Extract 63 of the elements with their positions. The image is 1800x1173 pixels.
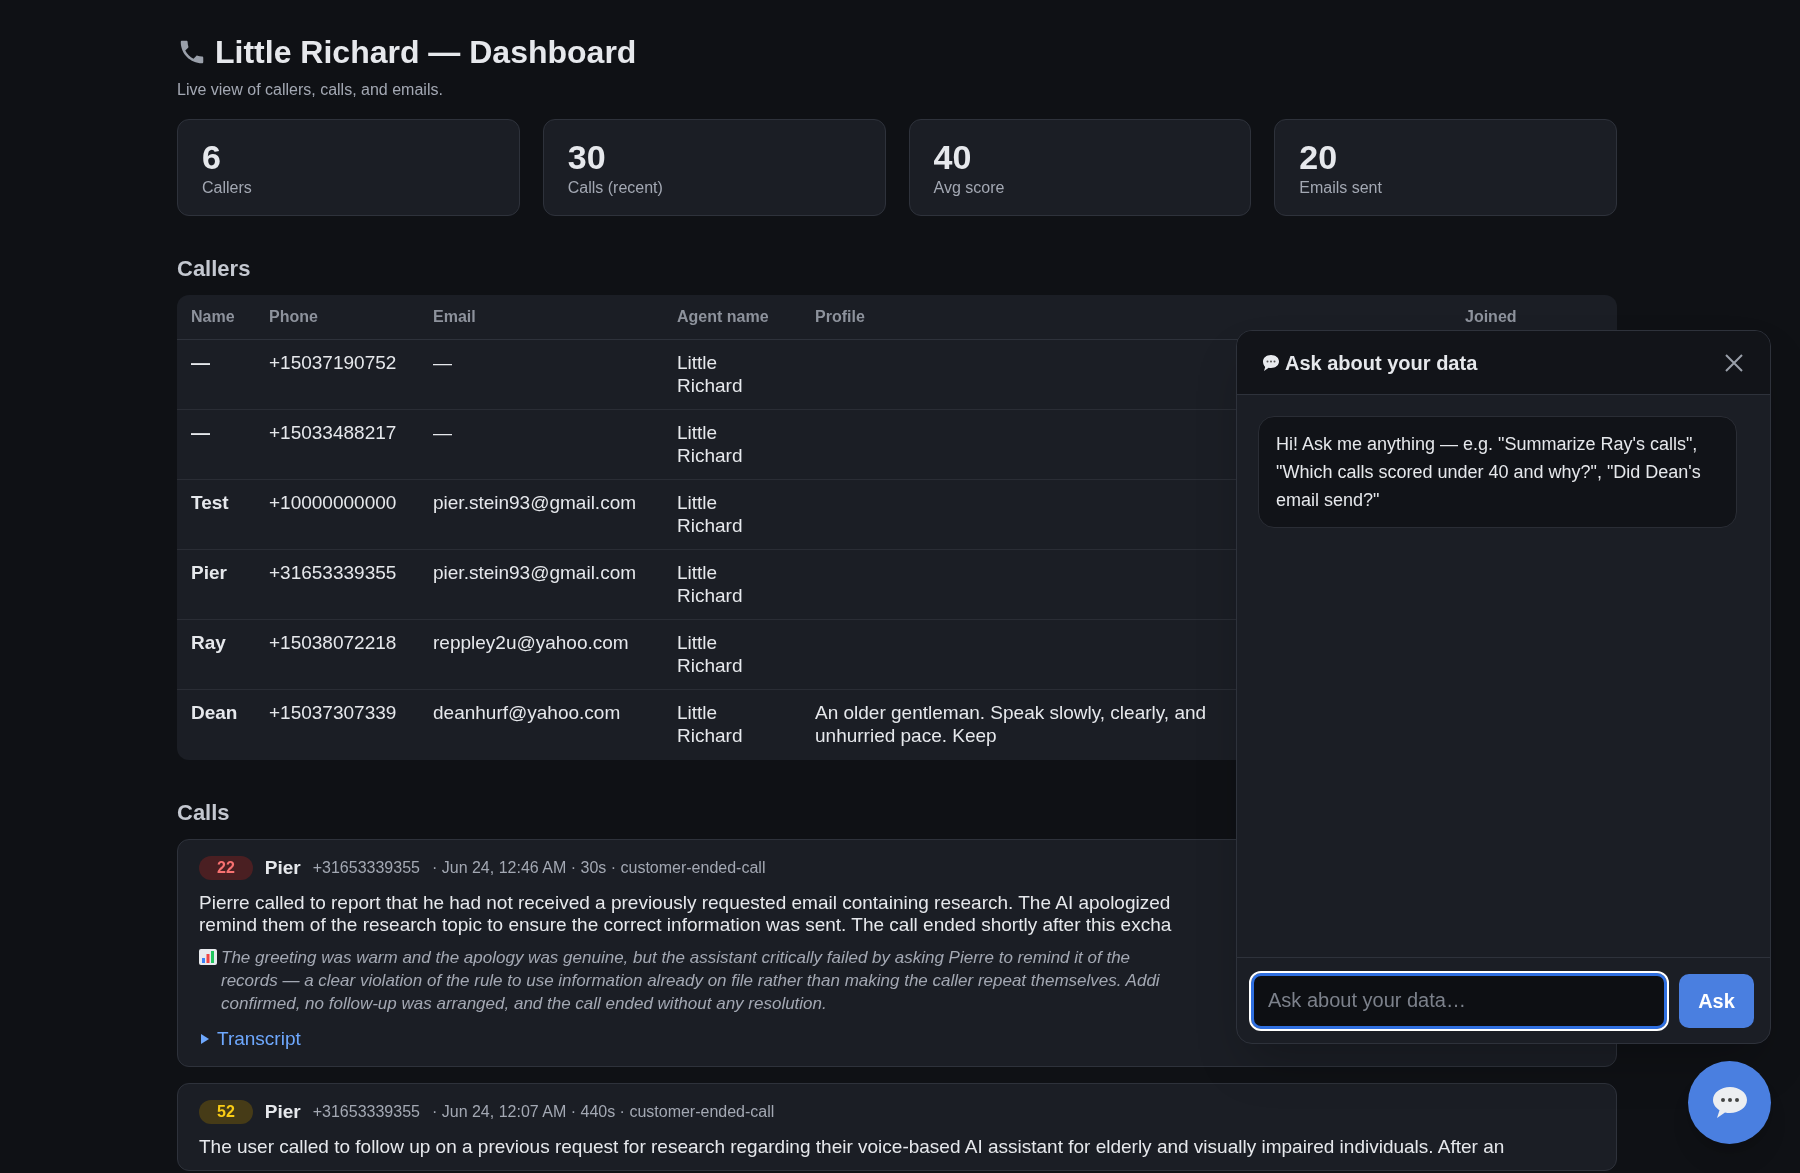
transcript-toggle[interactable]: Transcript: [199, 1025, 301, 1054]
caller-name: Pier: [264, 855, 301, 880]
table-cell: Dean: [191, 702, 238, 723]
table-cell: deanhurf@yahoo.com: [433, 702, 621, 723]
table-cell: +15037190752: [269, 352, 397, 373]
page-subtitle: Live view of callers, calls, and emails.: [177, 80, 444, 100]
stat-label: Callers: [202, 178, 253, 198]
stat-label: Calls (recent): [567, 178, 664, 198]
table-cell: +15033488217: [269, 422, 397, 443]
table-cell: pier.stein93@gmail.com: [433, 562, 637, 583]
column-header: Name: [191, 308, 235, 325]
score-badge: 22: [199, 855, 253, 880]
table-cell: +10000000000: [269, 492, 397, 513]
stat-value: 6: [202, 138, 222, 176]
table-cell: An older gentleman. Speak slowly, clearly, and unhurried pace. Keep: [815, 702, 1207, 746]
table-cell: —: [191, 422, 210, 443]
chat-input[interactable]: Ask about your data…: [1251, 972, 1667, 1029]
table-cell: Little Richard: [677, 632, 743, 676]
call-meta: · Jun 24, 12:07 AM · 440s · customer-ended-call: [431, 1101, 775, 1122]
table-cell: +15038072218: [269, 632, 397, 653]
table-cell: +15037307339: [269, 702, 397, 723]
stat-value: 30: [567, 138, 607, 176]
table-cell: —: [191, 352, 210, 373]
table-cell: Little Richard: [677, 422, 743, 466]
call-summary: Pierre called to report that he had not received a previously requested email containing research. The AI apologized remind them of the research topic to ensure the correct information was sent. The call ended shortly after this excha: [199, 892, 1173, 936]
stat-value: 20: [1299, 138, 1339, 176]
table-cell: Little Richard: [677, 492, 743, 536]
triangle-icon: [199, 1033, 211, 1046]
caller-phone: +31653339355: [312, 857, 420, 878]
chat-title: Ask about your data: [1285, 350, 1478, 376]
page-title: Little Richard — Dashboard: [215, 33, 637, 72]
call-summary: The user called to follow up on a previous request for research regarding their voice-based AI assistant for elderly and visually impaired individuals. After an: [199, 1136, 1506, 1158]
ask-button[interactable]: Ask: [1679, 973, 1754, 1028]
chat-message: Hi! Ask me anything — e.g. "Summarize Ray's calls", "Which calls scored under 40 and why?", "Did Dean's email send?": [1258, 416, 1737, 528]
table-cell: pier.stein93@gmail.com: [433, 492, 637, 513]
score-badge: 52: [199, 1099, 253, 1124]
table-cell: Little Richard: [677, 562, 743, 606]
table-cell: reppley2u@yahoo.com: [433, 632, 629, 653]
table-cell: —: [433, 422, 452, 443]
stat-label: Emails sent: [1299, 178, 1383, 198]
table-cell: Ray: [191, 632, 226, 653]
call-meta: · Jun 24, 12:46 AM · 30s · customer-ended-call: [431, 857, 766, 878]
column-header: Email: [433, 308, 476, 325]
column-header: Agent name: [677, 308, 769, 325]
stat-value: 40: [933, 138, 973, 176]
table-cell: Test: [191, 492, 229, 513]
section-heading: Calls: [177, 798, 231, 827]
stat-label: Avg score: [933, 178, 1006, 198]
speech-bubble-icon: [1710, 1084, 1749, 1121]
table-cell: Pier: [191, 562, 227, 583]
column-header: Profile: [815, 308, 865, 325]
caller-name: Pier: [264, 1099, 301, 1124]
speech-bubble-icon: [1261, 352, 1281, 373]
bar-chart-icon: [199, 949, 217, 965]
call-feedback: The greeting was warm and the apology was genuine, but the assistant critically failed by asking Pierre to remind it of the records — a clear violation of the rule to use information already on file rather than making the caller repeat themselves. Addi confirmed, no follow-up was arranged, and the call ended without any resolution.: [221, 947, 1160, 1015]
column-header: Joined: [1465, 308, 1517, 325]
caller-phone: +31653339355: [312, 1101, 420, 1122]
column-header: Phone: [269, 308, 318, 325]
table-cell: Little Richard: [677, 352, 743, 396]
table-cell: Little Richard: [677, 702, 743, 746]
table-cell: —: [433, 352, 452, 373]
section-heading: Callers: [177, 255, 252, 283]
table-cell: +31653339355: [269, 562, 397, 583]
